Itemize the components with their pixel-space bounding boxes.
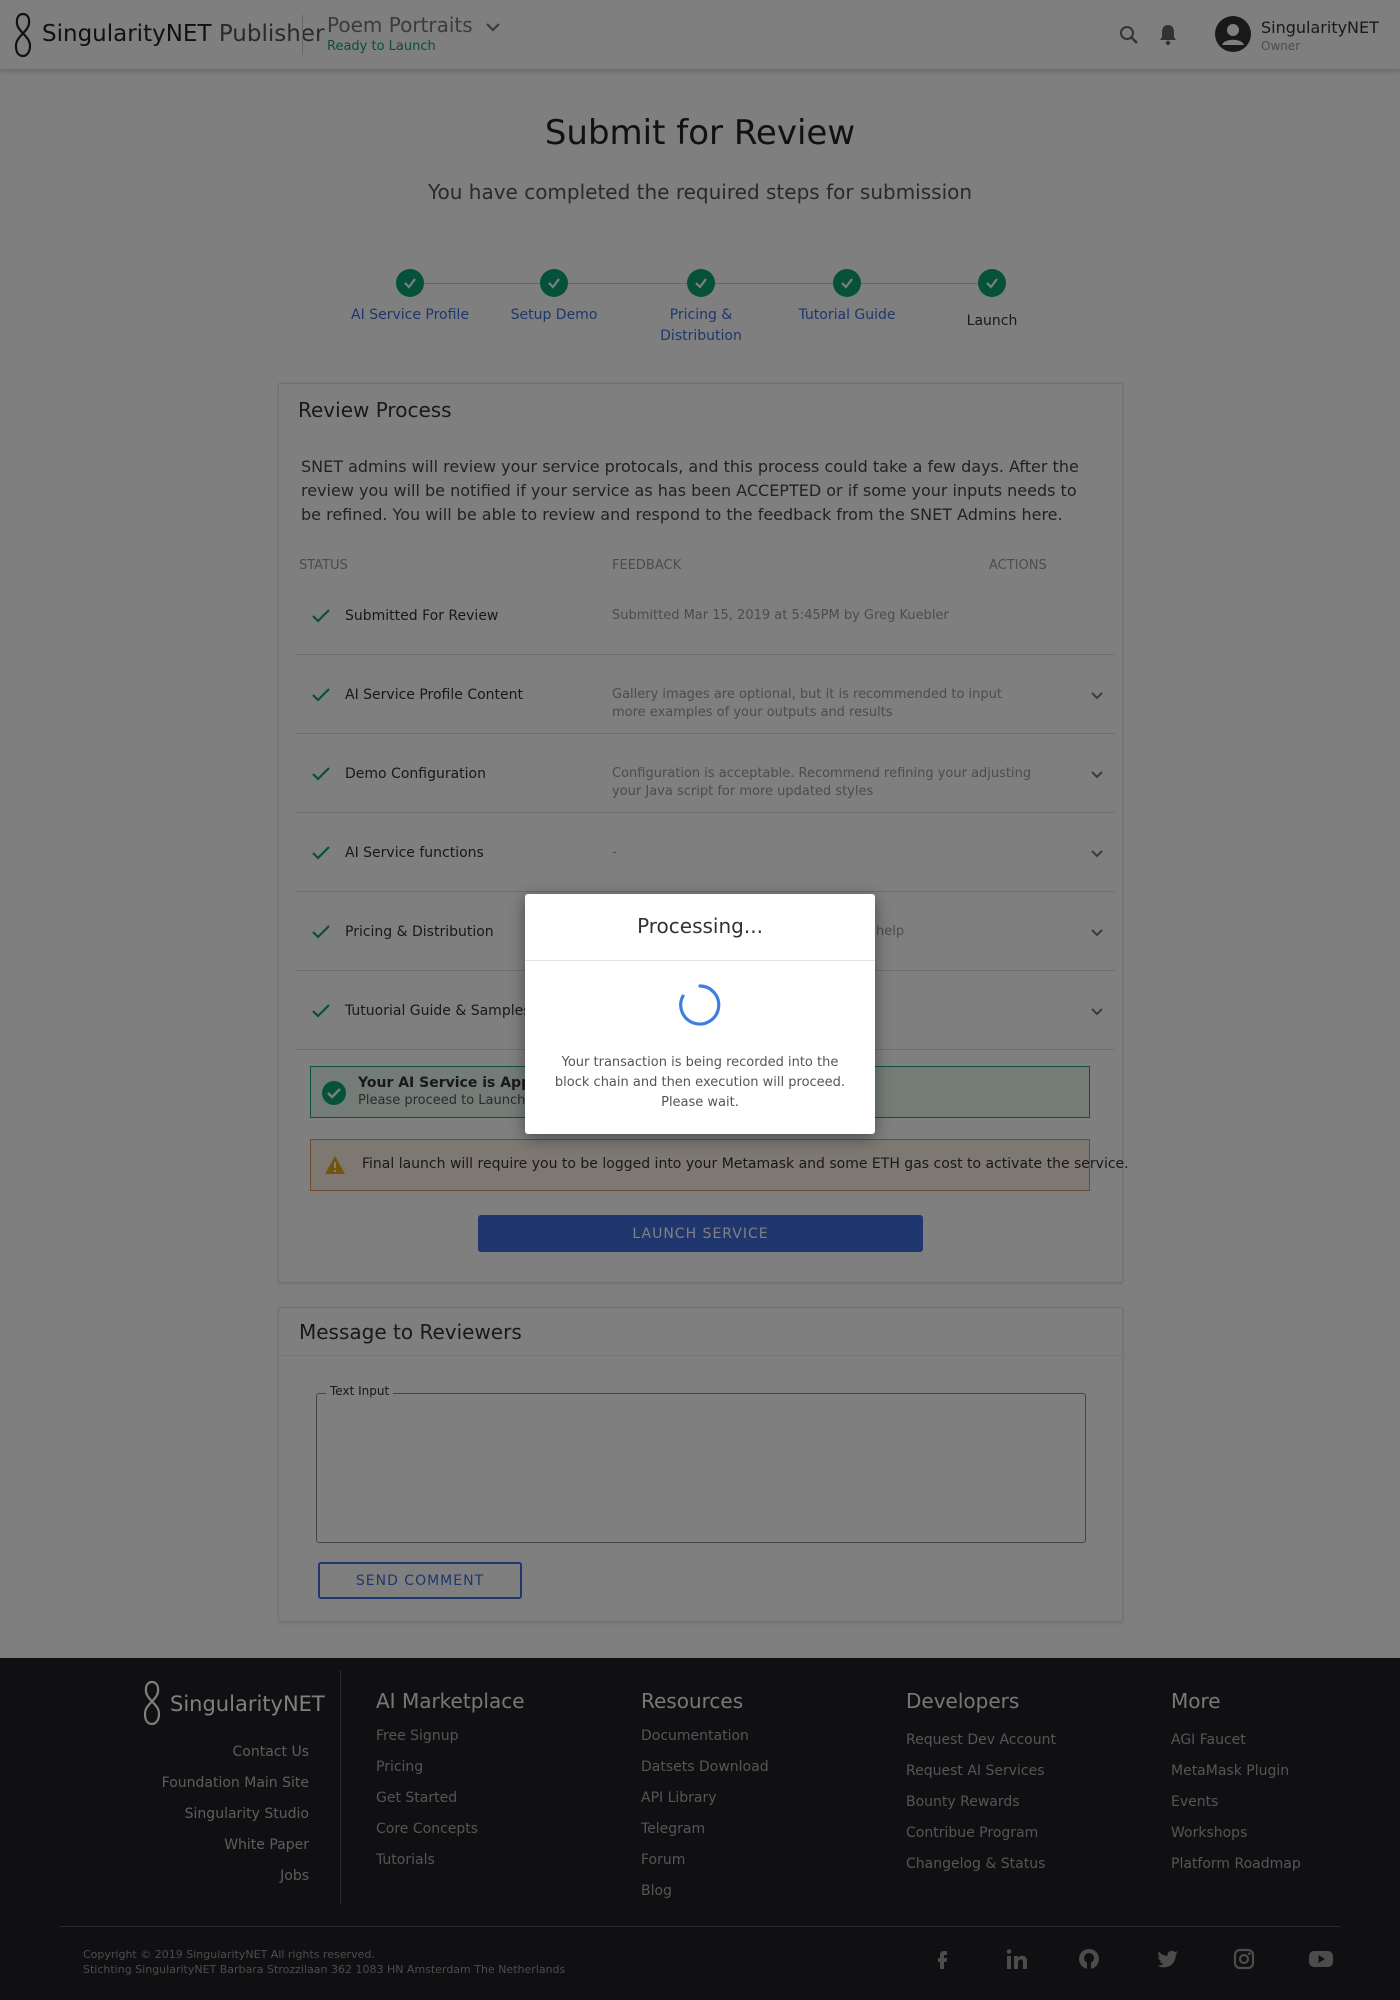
dialog-message: Your transaction is being recorded into … [554,1055,846,1110]
dialog-title: Processing... [637,914,763,938]
loading-spinner-icon [679,984,721,1026]
dialog-divider [525,960,875,961]
